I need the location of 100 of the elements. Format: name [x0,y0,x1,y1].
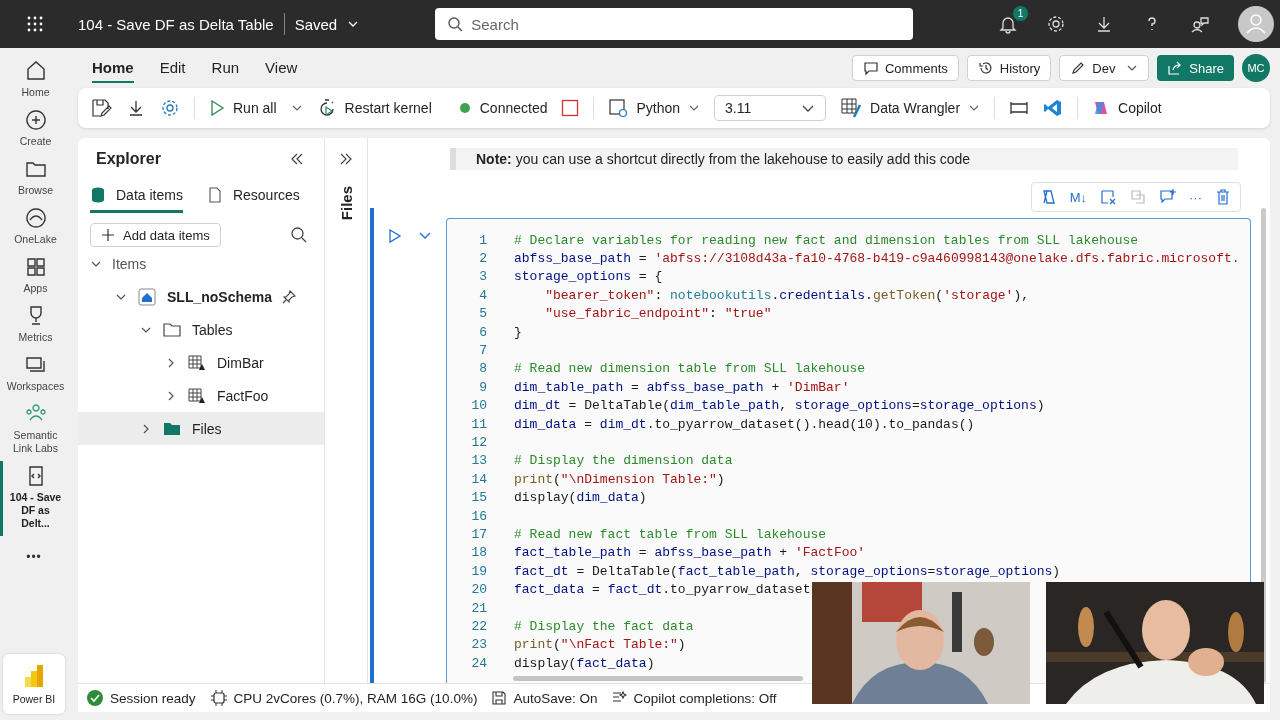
search-field[interactable]: Search [435,8,914,40]
ribbon-tab[interactable]: Home [92,53,134,83]
check-circle-icon [86,689,104,707]
tree-item[interactable]: FactFoo [78,379,324,412]
ribbon-tab[interactable]: View [265,53,298,83]
line-number: 15 [470,490,487,506]
session-status: Session ready [86,689,196,707]
settings-icon[interactable] [1046,14,1066,34]
code-line: abfss_base_path = 'abfss://3108d43a-fa10-4768-b419-c9a460998143@onelake.dfs.fabric.microsoft. [514,251,1240,267]
nav-item[interactable]: Apps [0,252,68,301]
expand-icon[interactable] [339,152,353,166]
code-line: dim_table_path = abfss_base_path + 'DimBar' [514,379,850,395]
share-button[interactable]: Share [1157,55,1234,81]
code-line: fact_table_path = abfss_base_path + 'FactFoo' [514,545,866,561]
line-number: 24 [470,655,487,671]
tree-item[interactable]: Items [78,247,324,280]
settings-icon[interactable] [160,98,180,118]
connection-status: Connected [459,100,548,116]
power-bi-switcher[interactable]: Power BI [3,654,65,714]
collapse-icon[interactable] [290,152,304,166]
code-line: # Display the fact data [514,618,694,634]
line-number: 14 [470,471,487,487]
tree-item[interactable]: SLL_noSchema [78,280,324,313]
autosave-status[interactable]: AutoSave: On [491,690,598,706]
history-icon [977,60,994,76]
search-icon[interactable] [290,226,308,244]
tree-item[interactable]: Tables [78,313,324,346]
files-panel-tab[interactable]: Files [337,186,355,221]
frame-icon[interactable] [1009,100,1030,116]
markdown-note: Note: you can use a shortcut directly from the lakehouse to easily add this code [450,148,1238,170]
code-line: print("\nDimension Table:") [514,471,725,487]
panel-tab[interactable]: Data items [90,186,183,213]
language-dropdown[interactable]: Python [608,98,701,118]
scrollbar[interactable] [513,676,803,681]
nav-item[interactable]: Create [0,105,68,154]
code-line: dim_data = dim_dt.to_pyarrow_dataset().head(10).to_pandas() [514,416,975,432]
nav-item[interactable]: Metrics [0,301,68,350]
line-number: 6 [478,324,487,340]
code-line: display(dim_data) [514,490,647,506]
user-avatar-icon[interactable] [1238,6,1274,42]
line-number: 23 [470,637,487,653]
environment-icon [608,98,629,118]
resource-usage: CPU 2vCores (0.7%), RAM 16G (10.0%) [209,689,478,707]
save-edit-icon[interactable] [90,97,112,119]
ribbon-tab[interactable]: Edit [159,53,186,83]
nav-item[interactable]: Home [0,56,68,105]
code-line: print("\nFact Table:") [514,637,686,653]
grid-brush-icon [840,97,863,119]
line-number: 12 [470,435,487,450]
run-all-button[interactable]: Run all [209,99,277,117]
add-data-items-button[interactable]: Add data items [90,223,221,247]
line-number: 21 [470,600,487,616]
more-button[interactable]: ••• [26,550,42,564]
ribbon-tab[interactable]: Run [211,53,240,83]
stop-icon[interactable] [561,99,580,117]
panel-tab[interactable]: Resources [206,186,300,213]
line-number: 9 [478,379,487,395]
nav-item[interactable]: 104 - Save DF as Delt... [0,461,68,536]
document-title: 104 - Save DF as Delta Table [78,15,274,33]
line-number: 5 [478,306,487,322]
version-dropdown[interactable]: 3.11 [714,95,827,121]
line-number: 10 [470,398,487,414]
pin-icon[interactable] [282,289,297,304]
develop-dropdown[interactable]: Dev [1059,55,1150,81]
line-number: 4 [478,287,487,303]
markdown-toggle[interactable]: M↓ [1069,189,1087,205]
tree-item[interactable]: Files [78,412,324,445]
history-button[interactable]: History [966,55,1052,81]
run-cell-icon[interactable] [388,228,402,244]
copilot-button[interactable]: Copilot [1092,99,1162,117]
save-status-dropdown[interactable]: Saved [294,15,360,33]
code-line: # Read new dimension table from SLL lakehouse [514,361,866,377]
nav-item[interactable]: Workspaces [0,350,68,399]
code-line: "bearer_token": notebookutils.credentials.getToken('storage'), [544,287,1029,303]
code-line: # Display the dimension data [514,453,733,469]
search-icon [447,16,464,32]
comment-icon[interactable] [1159,188,1177,206]
vs-code-icon[interactable] [1043,98,1064,118]
user-initials-avatar[interactable]: MC [1242,54,1270,82]
app-launcher-icon[interactable] [26,15,44,33]
comments-button[interactable]: Comments [852,55,959,81]
delete-icon[interactable] [1214,188,1232,206]
tree-item[interactable]: DimBar [78,346,324,379]
more-options-button[interactable]: ··· [1189,189,1202,205]
nav-item[interactable]: Browse [0,154,68,203]
line-number: 22 [470,618,487,634]
line-number: 1 [478,232,487,248]
line-number: 19 [470,563,487,579]
bell-icon[interactable] [998,14,1018,34]
clear-output-icon[interactable] [1099,188,1117,206]
nav-item[interactable]: OneLake [0,203,68,252]
copilot-completions-status[interactable]: Copilot completions: Off [611,690,777,706]
data-wrangler-dropdown[interactable]: Data Wrangler [840,97,981,119]
line-number: 11 [470,416,487,432]
nav-item[interactable]: Semantic Link Labs [0,399,68,461]
restart-kernel-button[interactable]: Restart kernel [316,98,432,118]
plus-icon [23,108,48,132]
play-icon [209,99,225,117]
code-line: # Read new fact table from SLL lakehouse [514,526,827,542]
feedback-icon[interactable] [1190,14,1210,34]
